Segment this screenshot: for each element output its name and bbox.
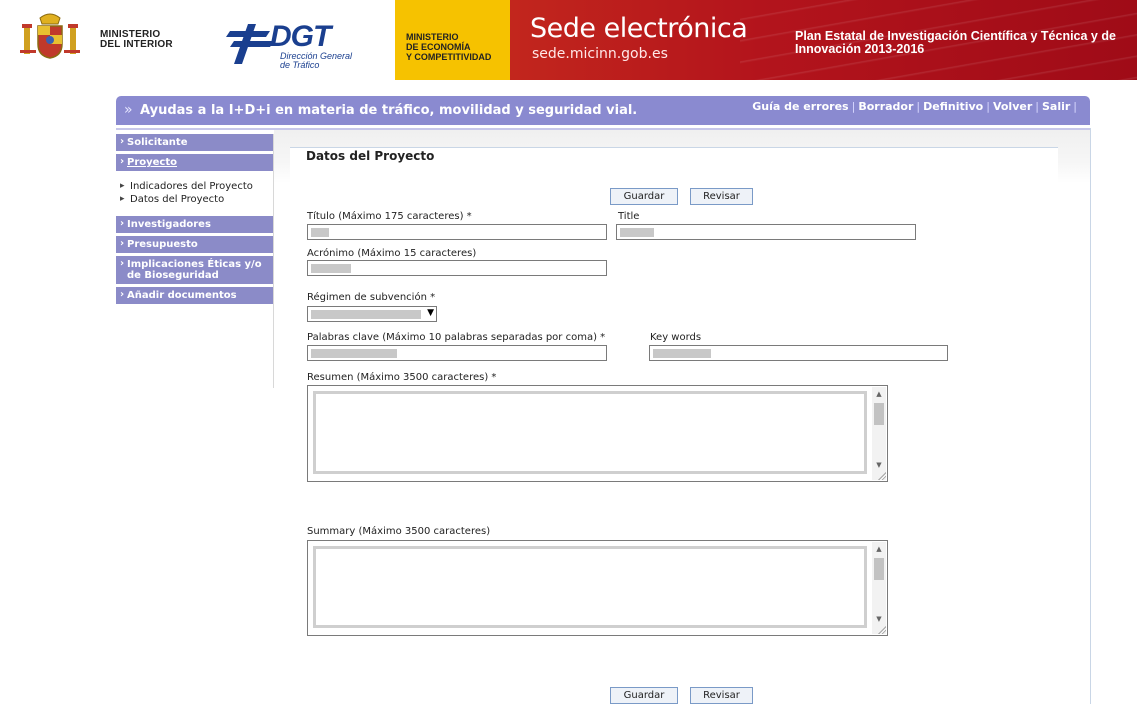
link-separator: |: [986, 100, 990, 113]
summary-label: Summary (Máximo 3500 caracteres): [307, 526, 491, 537]
key-words-label: Key words: [650, 332, 702, 343]
link-borrador[interactable]: Borrador: [858, 100, 913, 113]
resumen-label: Resumen (Máximo 3500 caracteres) *: [307, 372, 497, 383]
content-right-border: [1090, 128, 1091, 704]
resize-grip-icon[interactable]: [877, 625, 886, 634]
header-banner: MINISTERIO DEL INTERIOR DGT Dirección Ge…: [0, 0, 1137, 80]
acronimo-label: Acrónimo (Máximo 15 caracteres): [307, 248, 477, 259]
sidebar-item-implicaciones[interactable]: Implicaciones Éticas y/o de Bioseguridad: [116, 256, 273, 284]
regimen-label: Régimen de subvención *: [307, 292, 436, 303]
sidebar-subnav: Indicadores del Proyecto Datos del Proye…: [116, 174, 273, 216]
scroll-up-icon[interactable]: ▲: [872, 387, 886, 401]
scrollbar-thumb[interactable]: [874, 558, 884, 580]
dgt-logo-text: DGT: [270, 20, 331, 53]
titulo-input[interactable]: [307, 224, 607, 240]
dgt-subtitle: Dirección General de Tráfico: [280, 51, 353, 70]
resumen-scrollbar[interactable]: ▲ ▼: [872, 387, 886, 480]
title-input[interactable]: [616, 224, 916, 240]
save-button-top[interactable]: Guardar: [610, 188, 678, 205]
resumen-textarea[interactable]: ▲ ▼: [307, 385, 888, 482]
title-label: Title: [618, 211, 640, 222]
ministerio-interior-text: MINISTERIO DEL INTERIOR: [100, 29, 173, 50]
key-words-input[interactable]: [649, 345, 948, 361]
review-button-top[interactable]: Revisar: [690, 188, 753, 205]
summary-scrollbar[interactable]: ▲ ▼: [872, 542, 886, 634]
sidebar-item-investigadores[interactable]: Investigadores: [116, 216, 273, 233]
link-separator: |: [851, 100, 856, 113]
link-definitivo[interactable]: Definitivo: [923, 100, 983, 113]
sidebar-item-proyecto[interactable]: Proyecto: [116, 154, 273, 171]
chevron-right-icon: »: [124, 102, 133, 118]
page-title: Datos del Proyecto: [306, 149, 435, 163]
subnav-item-indicadores[interactable]: Indicadores del Proyecto: [120, 180, 273, 193]
link-salir[interactable]: Salir: [1042, 100, 1070, 113]
scrollbar-thumb[interactable]: [874, 403, 884, 425]
ministerio-economia-text: MINISTERIO DE ECONOMÍA Y COMPETITIVIDAD: [406, 32, 492, 62]
scroll-down-icon[interactable]: ▼: [872, 612, 886, 626]
app-title-bar: » Ayudas a la I+D+i en materia de tráfic…: [116, 96, 1090, 125]
sede-url[interactable]: sede.micinn.gob.es: [532, 46, 668, 62]
save-button-bottom[interactable]: Guardar: [610, 687, 678, 704]
link-separator: |: [1073, 100, 1077, 113]
summary-textarea[interactable]: ▲ ▼: [307, 540, 888, 636]
sidebar-nav: Solicitante Proyecto Indicadores del Pro…: [116, 134, 273, 307]
link-separator: |: [916, 100, 921, 113]
acronimo-input[interactable]: [307, 260, 607, 276]
scroll-down-icon[interactable]: ▼: [872, 458, 886, 472]
resumen-content: [313, 391, 867, 474]
coat-of-arms-icon: [20, 13, 80, 59]
titulo-label: Título (Máximo 175 caracteres) *: [307, 211, 472, 222]
summary-content: [313, 546, 867, 628]
chevron-down-icon: ▼: [427, 308, 434, 318]
palabras-clave-label: Palabras clave (Máximo 10 palabras separ…: [307, 332, 606, 343]
header-links: Guía de errores | Borrador | Definitivo | Volv…: [752, 100, 1080, 113]
scroll-up-icon[interactable]: ▲: [872, 542, 886, 556]
link-guia-errores[interactable]: Guía de errores: [752, 100, 848, 113]
review-button-bottom[interactable]: Revisar: [690, 687, 753, 704]
link-separator: |: [1035, 100, 1039, 113]
resize-grip-icon[interactable]: [877, 471, 886, 480]
sidebar-item-presupuesto[interactable]: Presupuesto: [116, 236, 273, 253]
plan-estatal-text: Plan Estatal de Investigación Científica…: [795, 29, 1116, 56]
regimen-select[interactable]: ▼: [307, 306, 437, 322]
subnav-item-datos[interactable]: Datos del Proyecto: [120, 193, 273, 206]
sidebar-item-anadir-documentos[interactable]: Añadir documentos: [116, 287, 273, 304]
app-title: Ayudas a la I+D+i en materia de tráfico,…: [140, 103, 638, 118]
palabras-clave-input[interactable]: [307, 345, 607, 361]
link-volver[interactable]: Volver: [993, 100, 1032, 113]
sidebar-item-solicitante[interactable]: Solicitante: [116, 134, 273, 151]
sede-title: Sede electrónica: [530, 13, 748, 44]
